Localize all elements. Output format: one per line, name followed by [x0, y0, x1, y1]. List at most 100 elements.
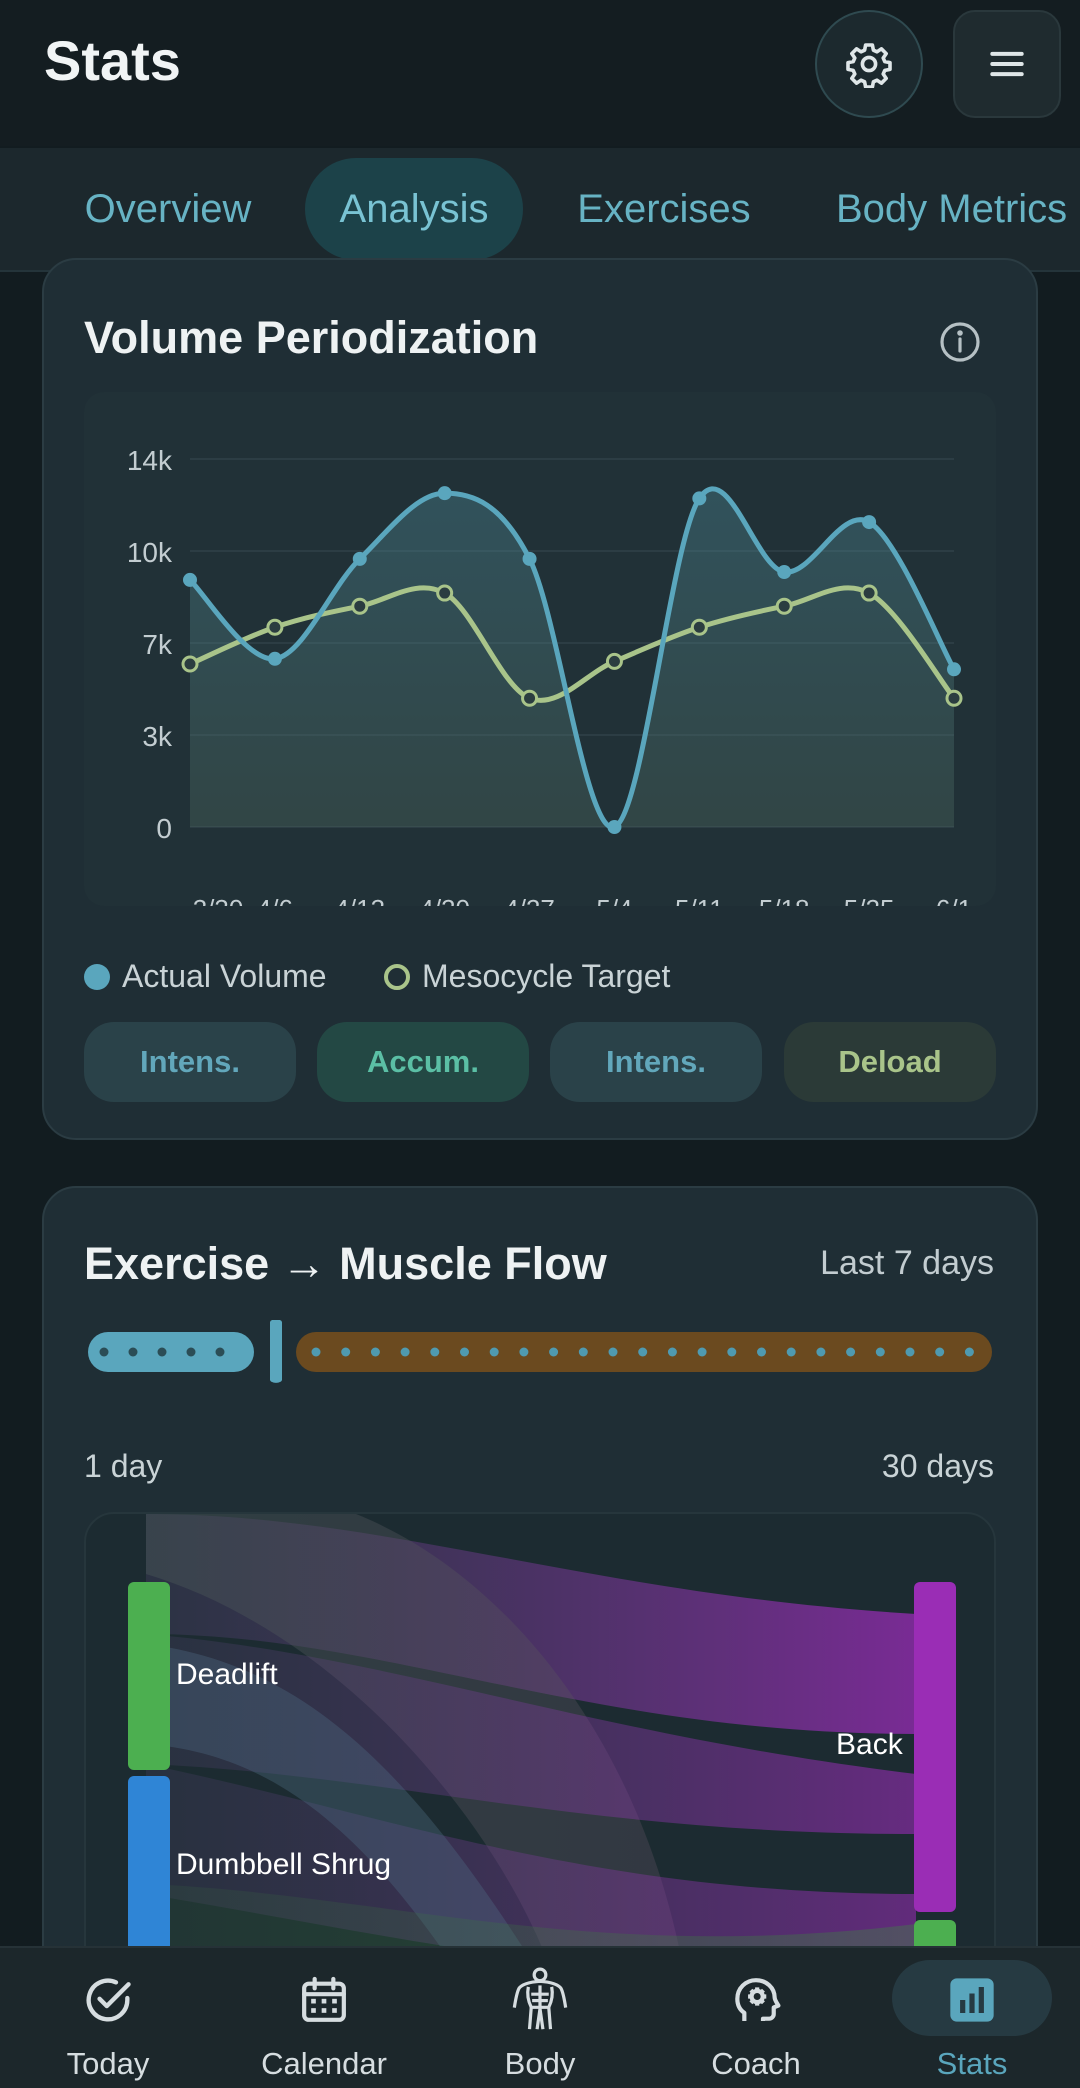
target-point[interactable] [436, 584, 454, 602]
slider-step-dot [667, 1347, 677, 1357]
x-tick-label: 4/13 [334, 894, 385, 906]
x-tick-label: 5/25 [844, 894, 895, 906]
slider-step-dot [128, 1347, 138, 1357]
slider-step-dot [215, 1347, 225, 1357]
slider-step-dot [157, 1347, 167, 1357]
nav-label: Today [66, 2046, 150, 2081]
actual-volume-point[interactable] [947, 662, 961, 677]
gear-icon [846, 43, 892, 88]
target-point[interactable] [521, 689, 539, 707]
target-point[interactable] [690, 618, 708, 636]
target-point[interactable] [945, 689, 963, 707]
nav-calendar[interactable]: Calendar [216, 1948, 432, 2088]
stats-tabs: Overview Analysis Exercises Body Metrics [0, 148, 1080, 272]
slider-step-dot [697, 1347, 707, 1357]
body-muscles-icon [504, 1964, 576, 2036]
x-tick-label: 5/4 [596, 894, 632, 906]
tab-overview[interactable]: Overview [60, 158, 276, 260]
legend-actual-volume: Actual Volume [84, 958, 327, 995]
legend-label: Mesocycle Target [422, 958, 671, 994]
node-label-dumbbell-shrug: Dumbbell Shrug [176, 1848, 392, 1881]
slider-step-dot [757, 1347, 766, 1357]
phase-accumulation[interactable]: Accum. [317, 1022, 529, 1102]
nav-label: Coach [711, 2046, 801, 2081]
target-point[interactable] [181, 655, 199, 673]
nav-label: Calendar [261, 2046, 387, 2081]
nav-stats[interactable]: Stats [864, 1948, 1080, 2088]
bar-chart-icon [940, 1968, 1004, 2032]
slider-step-dot [875, 1347, 885, 1357]
nav-body[interactable]: Body [432, 1948, 648, 2088]
phase-intensification-2[interactable]: Intens. [550, 1022, 762, 1102]
app-header: Stats [0, 0, 1080, 146]
y-tick-label: 3k [142, 721, 173, 752]
node-deadlift-bar[interactable] [128, 1582, 170, 1770]
actual-volume-point[interactable] [607, 820, 622, 834]
slider-step-dot [964, 1347, 974, 1357]
slider-step-dot [935, 1347, 945, 1357]
x-tick-label: 5/18 [759, 894, 810, 906]
range-min-label: 1 day [84, 1448, 163, 1484]
actual-volume-point[interactable] [777, 565, 792, 580]
calendar-icon [292, 1968, 356, 2032]
info-button[interactable] [936, 318, 984, 366]
phase-intensification-1[interactable]: Intens. [84, 1022, 296, 1102]
target-point[interactable] [860, 584, 878, 602]
y-tick-label: 10k [127, 537, 173, 568]
slider-step-dot [786, 1347, 796, 1357]
slider-step-dot [341, 1347, 351, 1357]
node-label-deadlift: Deadlift [176, 1658, 278, 1691]
target-point[interactable] [775, 597, 793, 615]
hamburger-menu-icon [990, 51, 1024, 77]
node-back-bar[interactable] [914, 1582, 956, 1912]
volume-card-title: Volume Periodization [84, 312, 539, 363]
slider-step-dot [489, 1347, 499, 1357]
tab-body-metrics[interactable]: Body Metrics [810, 158, 1080, 260]
actual-volume-point[interactable] [522, 551, 537, 566]
legend-dot-outline [384, 963, 410, 990]
target-point[interactable] [605, 652, 623, 670]
volume-chart-area: 0 3k 7k 10k 14k 3/30 4/6 4/13 4/20 4/27 5/4 5/11 5/1… [84, 392, 996, 924]
slider-step-dot [460, 1347, 469, 1357]
target-point[interactable] [266, 618, 284, 636]
y-tick-label: 14k [127, 445, 173, 476]
actual-volume-point[interactable] [692, 491, 707, 506]
slider-step-dot [99, 1347, 109, 1357]
nav-label: Body [504, 2046, 576, 2081]
actual-volume-area [190, 488, 954, 828]
slider-step-dot [578, 1347, 588, 1357]
range-max-label: 30 days [881, 1448, 994, 1484]
slider-thumb[interactable] [270, 1319, 282, 1383]
page-title: Stats [44, 29, 181, 92]
x-tick-label: 3/30 [193, 894, 244, 906]
tab-exercises[interactable]: Exercises [555, 158, 773, 260]
actual-volume-point[interactable] [267, 651, 282, 666]
actual-volume-point[interactable] [183, 572, 197, 587]
legend-mesocycle-target: Mesocycle Target [384, 958, 670, 995]
slider-active-track [88, 1332, 254, 1372]
day-range-slider[interactable] [88, 1319, 992, 1384]
check-circle-icon [76, 1968, 140, 2032]
slider-step-dot [549, 1347, 559, 1357]
settings-button[interactable] [815, 10, 923, 118]
nav-coach[interactable]: Coach [648, 1948, 864, 2088]
actual-volume-point[interactable] [862, 515, 877, 530]
slider-step-dot [400, 1347, 410, 1357]
actual-volume-point[interactable] [437, 486, 452, 501]
slider-step-dot [727, 1347, 737, 1357]
nav-today[interactable]: Today [0, 1948, 216, 2088]
tab-analysis[interactable]: Analysis [305, 158, 523, 260]
slider-step-dot [816, 1347, 826, 1357]
nav-label: Stats [936, 2046, 1008, 2081]
phase-deload[interactable]: Deload [784, 1022, 996, 1102]
menu-button[interactable] [953, 10, 1061, 118]
y-tick-label: 7k [142, 629, 173, 660]
slider-step-dot [638, 1347, 648, 1357]
slider-step-dot [846, 1347, 856, 1357]
legend-label: Actual Volume [122, 958, 327, 994]
target-point[interactable] [351, 597, 369, 615]
volume-line-chart: 0 3k 7k 10k 14k 3/30 4/6 4/13 4/20 4/27 5/4 5/11 5/1… [127, 445, 972, 924]
actual-volume-point[interactable] [352, 551, 367, 566]
slider-step-dot [311, 1347, 321, 1357]
flow-period-label: Last 7 days [820, 1244, 994, 1282]
